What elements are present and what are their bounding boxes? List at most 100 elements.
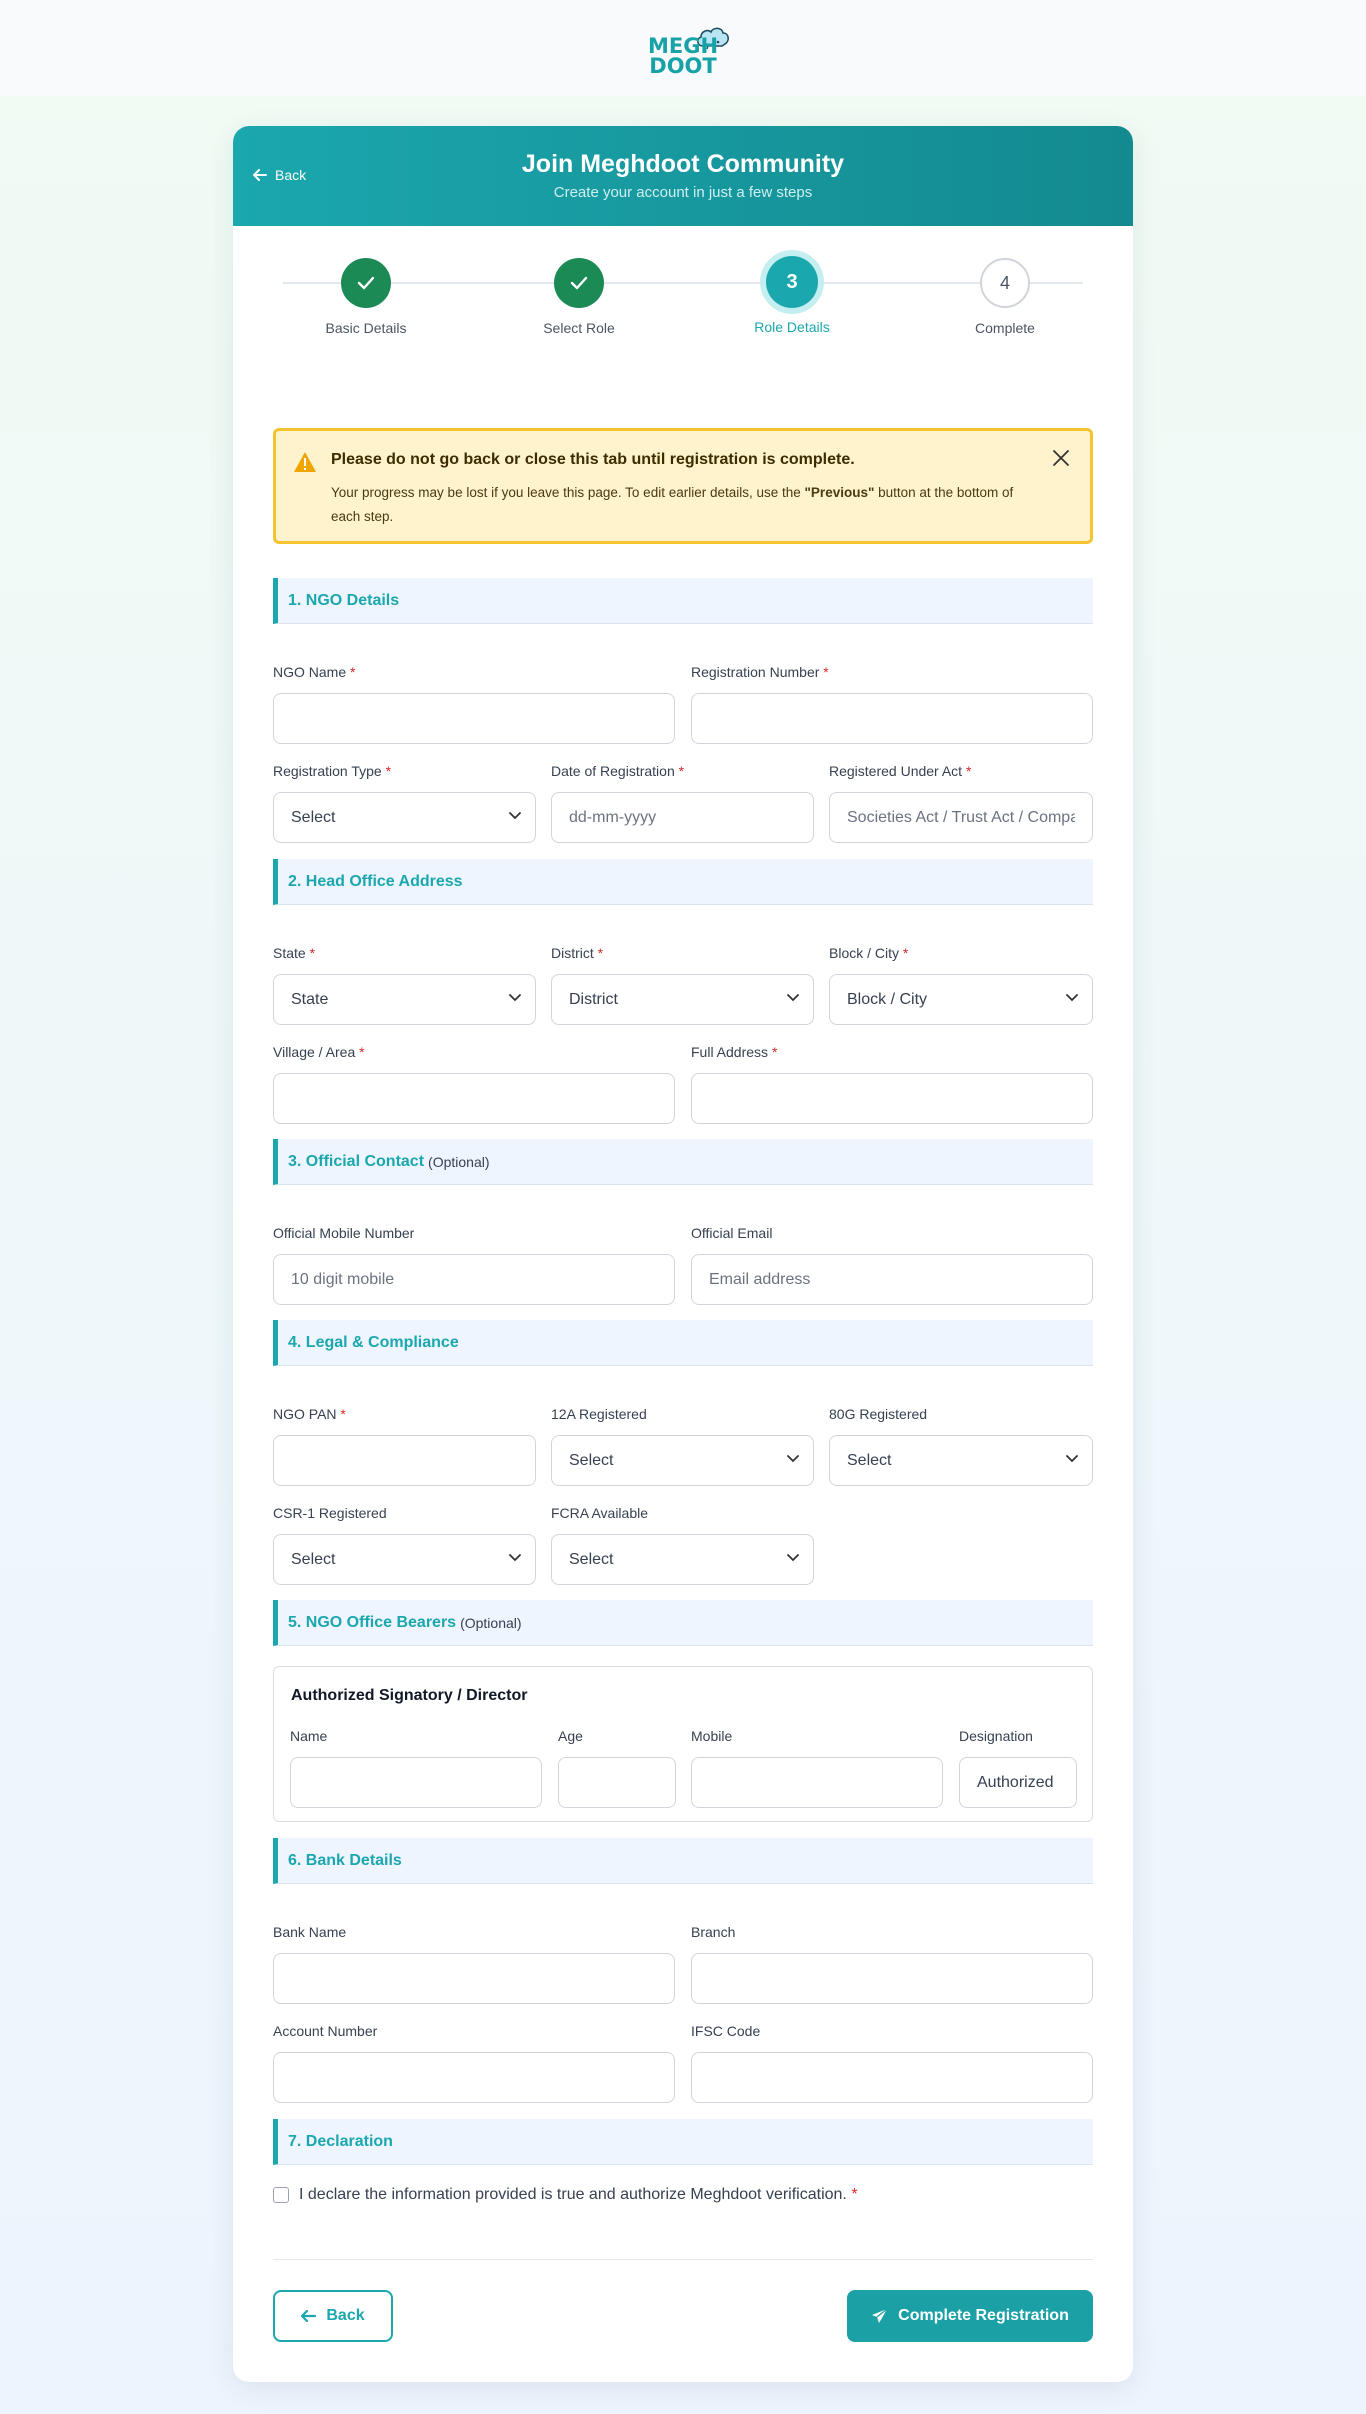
- chevron-down-icon: [509, 812, 521, 820]
- step-complete: 4 Complete: [925, 256, 1085, 336]
- village-area-field: Village / Area *: [273, 1043, 675, 1125]
- field-label: Date of Registration *: [551, 763, 685, 779]
- registration-number-input[interactable]: [691, 693, 1093, 744]
- bearer-mobile-input[interactable]: [691, 1757, 943, 1808]
- chevron-down-icon: [787, 1455, 799, 1463]
- close-icon[interactable]: [1052, 449, 1070, 467]
- chevron-down-icon: [509, 1554, 521, 1562]
- field-label: NGO Name *: [273, 664, 356, 680]
- warning-body-emphasis: "Previous": [804, 485, 875, 500]
- top-bar: MEGH DOOT: [0, 0, 1366, 96]
- step-1-circle: [341, 258, 391, 308]
- village-area-input[interactable]: [273, 1073, 675, 1124]
- warning-triangle-icon: [294, 452, 316, 472]
- bearer-designation-input[interactable]: Authorized: [959, 1757, 1077, 1808]
- ifsc-code-field: IFSC Code: [691, 2022, 1093, 2104]
- fcra-available-select[interactable]: Select: [551, 1534, 814, 1585]
- chevron-down-icon: [509, 994, 521, 1002]
- state-field: State * State: [273, 944, 536, 1026]
- page-title: Join Meghdoot Community: [521, 150, 845, 178]
- registered-act-input[interactable]: Societies Act / Trust Act / Companies Ac…: [829, 792, 1093, 843]
- branch-input[interactable]: [691, 1953, 1093, 2004]
- declaration-text: I declare the information provided is tr…: [299, 2186, 858, 2203]
- official-email-input[interactable]: Email address: [691, 1254, 1093, 1305]
- back-button[interactable]: Back: [273, 2290, 393, 2342]
- chevron-down-icon: [787, 1554, 799, 1562]
- ifsc-code-input[interactable]: [691, 2052, 1093, 2103]
- field-label: Village / Area *: [273, 1044, 365, 1060]
- registration-date-input[interactable]: dd-mm-yyyy: [551, 792, 814, 843]
- field-label: Official Email: [691, 1225, 773, 1241]
- field-label: Mobile: [691, 1728, 733, 1744]
- bearer-name-input[interactable]: [290, 1757, 542, 1808]
- paper-plane-icon: [872, 2308, 888, 2323]
- section-ngo-details: 1. NGO Details: [273, 578, 1093, 624]
- logo-wordmark: MEGH DOOT: [633, 36, 733, 78]
- registration-type-select[interactable]: Select: [273, 792, 536, 843]
- ngo-pan-input[interactable]: [273, 1435, 536, 1486]
- field-label: Registered Under Act *: [829, 763, 972, 779]
- field-label: Branch: [691, 1924, 736, 1940]
- field-label: Registration Number *: [691, 664, 829, 680]
- optional-tag: (Optional): [460, 1614, 522, 1631]
- csr1-registered-field: CSR-1 Registered Select: [273, 1504, 536, 1586]
- field-label: Full Address *: [691, 1044, 778, 1060]
- field-label: Age: [558, 1728, 583, 1744]
- step-2-label: Select Role: [543, 320, 615, 336]
- section-title: 3. Official Contact: [288, 1152, 425, 1170]
- bank-name-field: Bank Name: [273, 1923, 675, 2005]
- bank-name-input[interactable]: [273, 1953, 675, 2004]
- registration-card: Back Join Meghdoot Community Create your…: [233, 126, 1133, 2382]
- section-title: 4. Legal & Compliance: [288, 1333, 459, 1351]
- meghdoot-logo[interactable]: MEGH DOOT: [633, 12, 733, 84]
- registration-type-field: Registration Type * Select: [273, 762, 536, 844]
- field-label: CSR-1 Registered: [273, 1505, 387, 1521]
- full-address-field: Full Address *: [691, 1043, 1093, 1125]
- account-number-input[interactable]: [273, 2052, 675, 2103]
- bearer-age-input[interactable]: [558, 1757, 676, 1808]
- field-label: Designation: [959, 1728, 1033, 1744]
- 80g-registered-select[interactable]: Select: [829, 1435, 1093, 1486]
- block-city-select[interactable]: Block / City: [829, 974, 1093, 1025]
- field-label: Bank Name: [273, 1924, 347, 1940]
- section-title: 6. Bank Details: [288, 1851, 402, 1869]
- ngo-pan-field: NGO PAN *: [273, 1405, 536, 1487]
- block-city-field: Block / City * Block / City: [829, 944, 1093, 1026]
- card-header: Back Join Meghdoot Community Create your…: [233, 126, 1133, 226]
- field-label: FCRA Available: [551, 1505, 649, 1521]
- declaration-checkbox[interactable]: [273, 2187, 289, 2203]
- field-label: NGO PAN *: [273, 1406, 346, 1422]
- registration-number-field: Registration Number *: [691, 663, 1093, 745]
- page-subtitle: Create your account in just a few steps: [553, 184, 813, 201]
- state-select[interactable]: State: [273, 974, 536, 1025]
- ngo-name-field: NGO Name *: [273, 663, 675, 745]
- complete-registration-button[interactable]: Complete Registration: [847, 2290, 1093, 2342]
- 12a-registered-select[interactable]: Select: [551, 1435, 814, 1486]
- bearer-name-field: Name: [290, 1727, 542, 1809]
- chevron-down-icon: [787, 994, 799, 1002]
- logo-line-2: DOOT: [649, 54, 717, 78]
- registered-act-field: Registered Under Act * Societies Act / T…: [829, 762, 1093, 844]
- section-title: 1. NGO Details: [288, 591, 400, 609]
- bearer-designation-field: Designation Authorized: [959, 1727, 1077, 1809]
- ngo-name-input[interactable]: [273, 693, 675, 744]
- section-title: 7. Declaration: [288, 2132, 393, 2150]
- csr1-registered-select[interactable]: Select: [273, 1534, 536, 1585]
- 80g-registered-field: 80G Registered Select: [829, 1405, 1093, 1487]
- bearer-age-field: Age: [558, 1727, 676, 1809]
- section-title: 5. NGO Office Bearers: [288, 1613, 457, 1631]
- check-icon: [570, 276, 588, 290]
- back-button-label: Back: [326, 2307, 365, 2324]
- 12a-registered-field: 12A Registered Select: [551, 1405, 814, 1487]
- section-bank-details: 6. Bank Details: [273, 1838, 1093, 1884]
- section-declaration: 7. Declaration: [273, 2119, 1093, 2165]
- district-select[interactable]: District: [551, 974, 814, 1025]
- field-label: Official Mobile Number: [273, 1225, 415, 1241]
- registration-date-field: Date of Registration * dd-mm-yyyy: [551, 762, 814, 844]
- field-label: 12A Registered: [551, 1406, 647, 1422]
- full-address-input[interactable]: [691, 1073, 1093, 1124]
- official-mobile-input[interactable]: 10 digit mobile: [273, 1254, 675, 1305]
- optional-tag: (Optional): [428, 1153, 490, 1170]
- complete-button-label: Complete Registration: [898, 2307, 1069, 2324]
- bearer-mobile-field: Mobile: [691, 1727, 943, 1809]
